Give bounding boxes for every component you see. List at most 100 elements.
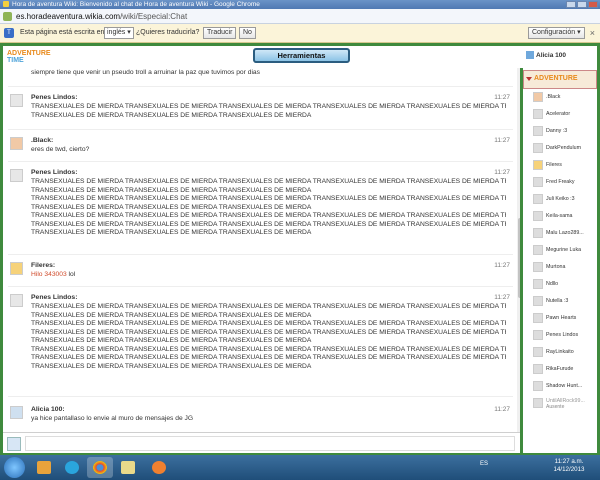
collapse-arrow-icon[interactable] [526, 77, 532, 81]
user-name: Keila-sama [546, 213, 573, 219]
user-list-item[interactable]: Malu Lazo289... [533, 228, 597, 243]
user-list-item[interactable]: Ndllo [533, 279, 597, 294]
user-avatar [533, 109, 543, 119]
user-list-item[interactable]: Megurine Luka [533, 245, 597, 260]
user-name: Fred Freaky [546, 179, 575, 185]
user-avatar[interactable] [10, 169, 23, 182]
maximize-icon[interactable] [577, 1, 587, 8]
user-name: Penes Lindos [546, 332, 579, 338]
message-author[interactable]: Penes Lindos: [31, 94, 77, 101]
user-list-item[interactable]: Keila-sama [533, 211, 597, 226]
message-author[interactable]: Alicia 100: [31, 406, 65, 413]
user-avatar[interactable] [10, 406, 23, 419]
user-list-item[interactable]: Murtona [533, 262, 597, 277]
user-list-item[interactable]: Fred Freaky [533, 177, 597, 192]
message-author[interactable]: .Black: [31, 137, 53, 144]
wiki-logo: ADVENTURE TIME [7, 50, 51, 64]
message-author[interactable]: Penes Lindos: [31, 294, 77, 301]
close-translate-icon[interactable]: × [590, 28, 595, 38]
user-list-item[interactable]: RayLinkaito [533, 347, 597, 362]
clock-date: 14/12/2013 [553, 466, 585, 473]
translate-button[interactable]: Traducir [203, 27, 237, 39]
user-avatar[interactable] [10, 94, 23, 107]
user-list-item[interactable]: Shadow Hunt... [533, 381, 597, 396]
taskbar-app-active[interactable] [87, 457, 113, 478]
user-list-item[interactable]: Fileres [533, 160, 597, 175]
user-avatar [533, 296, 543, 306]
message-time: 11:27 [494, 94, 510, 101]
user-avatar[interactable] [10, 262, 23, 275]
message-line: TRANSEXUALES DE MIERDA TRANSEXUALES DE M… [31, 203, 312, 211]
user-list-item[interactable]: Pawn Hearts [533, 313, 597, 328]
language-select-value: inglés [107, 29, 126, 36]
taskbar-app[interactable] [31, 457, 57, 478]
page-icon [3, 12, 12, 21]
current-user-avatar [526, 51, 534, 59]
user-avatar[interactable] [10, 137, 23, 150]
window-titlebar: Hora de aventura Wiki: Bienvenido al cha… [0, 0, 600, 9]
language-select[interactable]: inglés ▾ [104, 27, 134, 39]
user-avatar [533, 330, 543, 340]
message-divider [8, 254, 513, 255]
user-list-item[interactable]: Nutella :3 [533, 296, 597, 311]
message-line: TRANSEXUALES DE MIERDA TRANSEXUALES DE M… [31, 311, 312, 319]
taskbar-app[interactable] [115, 457, 141, 478]
chat-scrollbar[interactable] [517, 68, 520, 432]
message-line: TRANSEXUALES DE MIERDA TRANSEXUALES DE M… [31, 195, 506, 202]
message-line: TRANSEXUALES DE MIERDA TRANSEXUALES DE M… [31, 320, 506, 327]
user-list-item[interactable]: RikaFurude [533, 364, 597, 379]
translate-question: ¿Quieres traducirla? [136, 29, 200, 36]
message-divider [8, 129, 513, 130]
no-button[interactable]: No [239, 27, 256, 39]
message-text: ya hice pantallaso lo envie al muro de m… [31, 415, 506, 424]
user-name: Danny :3 [546, 128, 568, 134]
message-author[interactable]: Fileres: [31, 262, 55, 269]
taskbar-app[interactable] [146, 457, 172, 478]
message-author[interactable]: Penes Lindos: [31, 169, 77, 176]
config-button[interactable]: Configuración ▾ [528, 27, 585, 39]
chat-log[interactable]: siempre tiene que venir un pseudo troll … [3, 68, 520, 432]
close-icon[interactable] [588, 1, 598, 8]
language-indicator[interactable]: ES [480, 461, 488, 467]
message-line: TRANSEXUALES DE MIERDA TRANSEXUALES DE M… [31, 362, 312, 370]
message-divider [8, 286, 513, 287]
message-time: 11:27 [494, 137, 510, 144]
user-name: Malu Lazo289... [546, 230, 584, 236]
message-line: eres de twd, cierto? [31, 146, 90, 153]
user-list-item[interactable]: .Black [533, 92, 597, 107]
url-text[interactable]: es.horadeaventura.wikia.com/wiki/Especia… [16, 12, 187, 21]
user-list-header[interactable]: ADVENTURE [523, 70, 597, 89]
message-time: 11:27 [494, 294, 510, 301]
message-time: 11:27 [494, 262, 510, 269]
user-name: RikaFurude [546, 366, 574, 372]
message-input[interactable] [25, 436, 515, 451]
current-user[interactable]: Alicia 100 [526, 51, 566, 59]
clock[interactable]: 11:27 a.m. 14/12/2013 [549, 458, 589, 474]
user-name: Acelerator [546, 111, 571, 117]
scrollbar-thumb[interactable] [518, 218, 520, 298]
message-link[interactable]: Hilo 343003 [31, 271, 67, 278]
user-list-item[interactable]: Danny :3 [533, 126, 597, 141]
user-list-item[interactable]: Acelerator [533, 109, 597, 124]
message-line: TRANSEXUALES DE MIERDA TRANSEXUALES DE M… [31, 103, 506, 110]
user-avatar [533, 228, 543, 238]
user-list-item[interactable]: DarkPendulum [533, 143, 597, 158]
message-text: siempre tiene que venir un pseudo troll … [31, 69, 506, 78]
message-line: TRANSEXUALES DE MIERDA TRANSEXUALES DE M… [31, 303, 506, 310]
translate-prompt: Esta página está escrita en [20, 29, 105, 36]
taskbar-app[interactable] [59, 457, 85, 478]
user-list-item-away[interactable]: UntilAllRock99... Ausente [533, 398, 597, 413]
user-list-item[interactable]: Juli Keiko :3 [533, 194, 597, 209]
user-avatar[interactable] [10, 294, 23, 307]
start-button-icon[interactable] [4, 457, 25, 478]
message-text: Hilo 343003 lol [31, 271, 76, 278]
tools-button[interactable]: Herramientas [253, 48, 350, 63]
address-bar[interactable]: es.horadeaventura.wikia.com/wiki/Especia… [0, 9, 600, 24]
message-input-bar [3, 432, 520, 453]
user-name: .Black [546, 94, 561, 100]
user-list-item[interactable]: Penes Lindos [533, 330, 597, 345]
message-line: TRANSEXUALES DE MIERDA TRANSEXUALES DE M… [31, 229, 312, 236]
minimize-icon[interactable] [566, 1, 576, 8]
user-avatar [533, 160, 543, 170]
user-name: Fileres [546, 162, 562, 168]
